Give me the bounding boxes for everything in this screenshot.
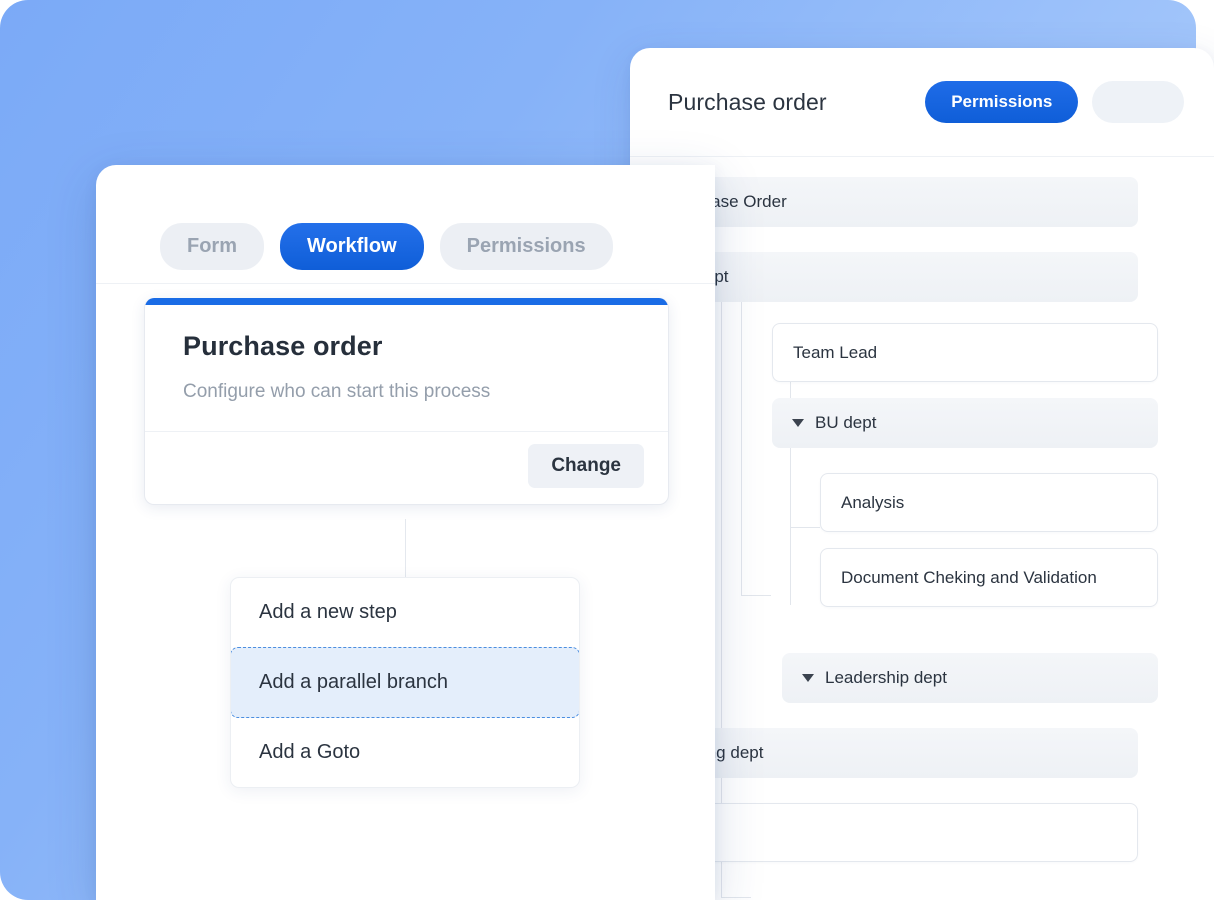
tree-item-team-lead[interactable]: Team Lead (772, 323, 1158, 382)
add-node-menu: Add a new step Add a parallel branch Add… (230, 577, 580, 788)
menu-item-add-goto[interactable]: Add a Goto (231, 718, 579, 787)
tree-line-bu-vertical (790, 353, 791, 605)
tab-form[interactable]: Form (160, 222, 264, 270)
step-title: Purchase order (183, 331, 383, 361)
workflow-editor-card: Form Workflow Permissions Purchase order… (96, 165, 715, 900)
tab-permissions[interactable]: Permissions (439, 222, 613, 270)
tree-item-analysis[interactable]: Analysis (820, 473, 1158, 532)
menu-item-add-new-step[interactable]: Add a new step (231, 578, 579, 647)
tree-line-sales-to-bu (741, 595, 771, 596)
tree-item-leadership-dept[interactable]: Leadership dept (782, 653, 1158, 703)
panel-body: New Purchase Order sales dept Team Lead (630, 157, 1214, 900)
panel-header: Purchase order Permissions Form (630, 48, 1214, 157)
step-content: Purchase order Configure who can start t… (145, 305, 668, 431)
step-subtitle: Configure who can start this process (183, 381, 491, 402)
step-accent-bar (145, 298, 668, 305)
tree-item-label: BU dept (815, 413, 877, 432)
change-button[interactable]: Change (528, 444, 644, 488)
tree-item-label: Document Cheking and Validation (841, 568, 1097, 587)
tree-line-sales-vertical (741, 295, 742, 595)
permissions-button[interactable]: Permissions (925, 81, 1079, 123)
tab-workflow[interactable]: Workflow (280, 222, 424, 270)
tree-item-label: Team Lead (793, 343, 878, 362)
purchase-order-panel: Purchase order Permissions Form New P (630, 48, 1214, 900)
connector-step-to-menu (405, 519, 406, 577)
form-button[interactable]: Form (1092, 81, 1184, 123)
step-footer: Change (145, 431, 668, 504)
workflow-canvas: Purchase order Configure who can start t… (96, 284, 715, 900)
tree-item-document-checking[interactable]: Document Cheking and Validation (820, 548, 1158, 607)
tree-item-bu-dept[interactable]: BU dept (772, 398, 1158, 448)
menu-item-add-parallel-branch[interactable]: Add a parallel branch (231, 647, 579, 718)
tree-line-root-to-leadership (721, 897, 751, 898)
tree-line-bu-to-document (790, 527, 820, 528)
tree-item-label: Leadership dept (825, 668, 947, 687)
chevron-down-icon[interactable] (792, 419, 804, 427)
tree-item-label: Analysis (841, 493, 905, 512)
editor-tabs: Form Workflow Permissions (96, 165, 715, 284)
panel-title: Purchase order (668, 88, 827, 115)
screenshot-root: Purchase order Permissions Form New P (0, 0, 1214, 900)
panel-header-actions: Permissions Form (925, 81, 1184, 123)
chevron-down-icon[interactable] (802, 674, 814, 682)
start-step-card[interactable]: Purchase order Configure who can start t… (144, 298, 669, 505)
